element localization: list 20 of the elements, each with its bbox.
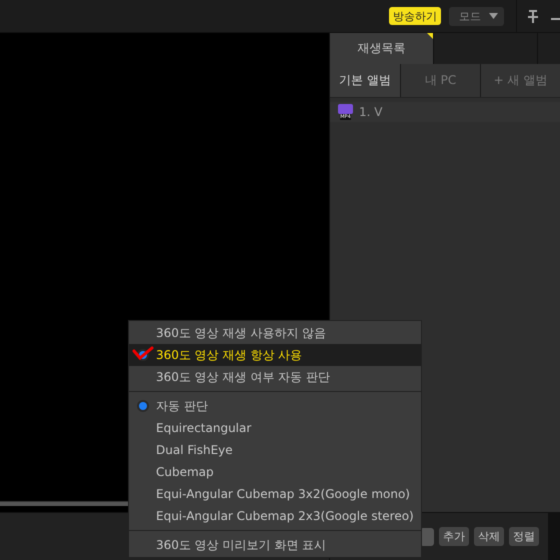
broadcast-button[interactable]: 방송하기 [389, 7, 441, 25]
caret-icon [489, 13, 498, 19]
menu-item[interactable]: 360도 영상 재생 사용하지 않음 [129, 322, 421, 344]
pin-icon[interactable] [527, 9, 539, 23]
menu-item[interactable]: 360도 영상 재생 항상 사용 [129, 344, 421, 366]
menu-item[interactable]: Equi-Angular Cubemap 2x3(Google stereo) [129, 505, 421, 527]
panel-button[interactable]: 정렬 [509, 527, 539, 546]
panel-button[interactable]: 삭제 [474, 527, 504, 546]
tab[interactable]: 재생목록 [330, 33, 433, 64]
menu-item[interactable]: Cubemap [129, 461, 421, 483]
album-tab[interactable]: 기본 앨범 [330, 64, 400, 97]
menu-item[interactable]: 360도 영상 재생 여부 자동 판단 [129, 366, 421, 388]
playlist-item[interactable]: 1. V [359, 105, 382, 119]
menu-item[interactable]: Dual FishEye [129, 439, 421, 461]
panel-button[interactable]: 추가 [439, 527, 469, 546]
menu-item[interactable]: Equi-Angular Cubemap 3x2(Google mono) [129, 483, 421, 505]
menu-item[interactable]: 360도 영상 미리보기 화면 표시 [129, 534, 421, 556]
menu-item[interactable]: Equirectangular [129, 417, 421, 439]
mode-dropdown[interactable]: 모드 [449, 6, 504, 26]
menu-item[interactable]: 자동 판단 [129, 395, 421, 417]
